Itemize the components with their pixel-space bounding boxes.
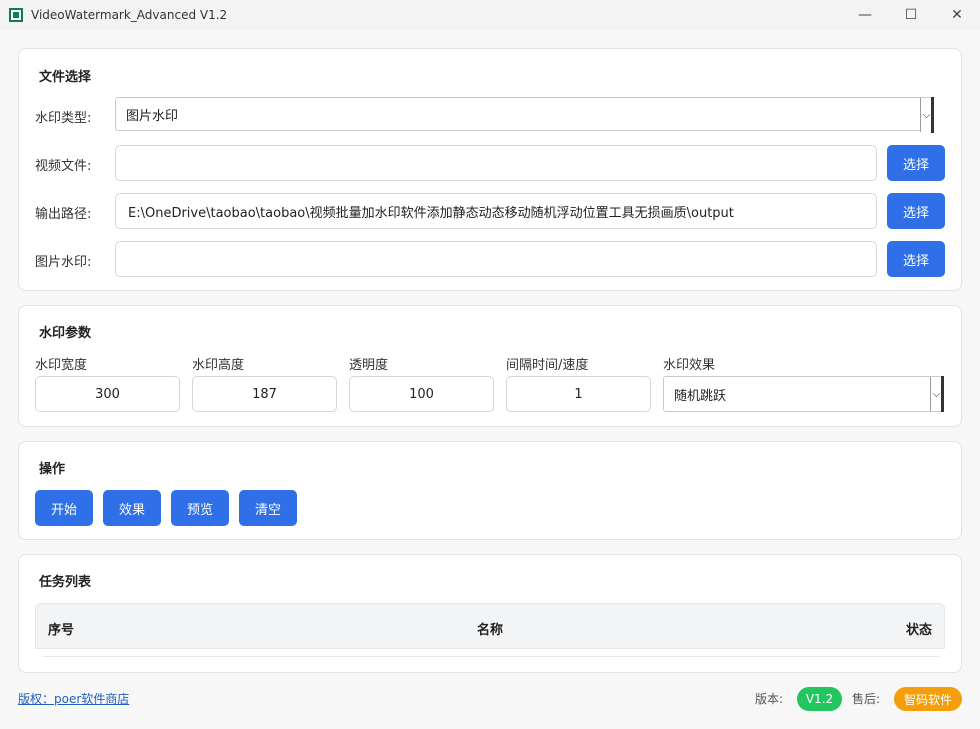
file-selection-card: 文件选择 水印类型: 图片水印 ⌵ 视频文件: 选择 输出路径: E:\OneD… (18, 48, 962, 291)
task-list-title: 任务列表 (39, 575, 92, 590)
width-label: 水印宽度 (35, 358, 88, 373)
file-selection-title: 文件选择 (39, 70, 92, 85)
support-badge[interactable]: 智码软件 (894, 687, 962, 711)
output-path-label: 输出路径: (35, 207, 92, 222)
maximize-button[interactable]: ☐ (888, 0, 934, 30)
table-divider (43, 656, 939, 657)
output-path-input[interactable]: E:\OneDrive\taobao\taobao\视频批量加水印软件添加静态动… (115, 193, 877, 229)
select-edge (941, 376, 944, 412)
choose-output-button[interactable]: 选择 (887, 193, 945, 229)
support-label: 售后: (852, 692, 881, 706)
column-status[interactable]: 状态 (906, 619, 932, 638)
effect-select[interactable]: 随机跳跃 ⌵ (663, 376, 944, 412)
version-badge: V1.2 (797, 687, 842, 711)
opacity-label: 透明度 (349, 358, 389, 373)
start-button[interactable]: 开始 (35, 490, 93, 526)
video-file-input[interactable] (115, 145, 877, 181)
watermark-type-select[interactable]: 图片水印 ⌵ (115, 97, 934, 133)
copyright-link[interactable]: 版权：poer软件商店 (18, 690, 129, 707)
actions-card: 操作 开始 效果 预览 清空 (18, 441, 962, 540)
minimize-button[interactable]: — (842, 0, 888, 30)
width-input[interactable]: 300 (35, 376, 180, 412)
effect-button[interactable]: 效果 (103, 490, 161, 526)
interval-label: 间隔时间/速度 (506, 358, 589, 373)
actions-title: 操作 (39, 462, 66, 477)
watermark-type-value: 图片水印 (126, 108, 179, 124)
window-controls: — ☐ ✕ (842, 0, 980, 30)
effect-value: 随机跳跃 (674, 388, 727, 404)
app-icon (9, 8, 23, 22)
task-list-card: 任务列表 序号 名称 状态 (18, 554, 962, 673)
choose-video-button[interactable]: 选择 (887, 145, 945, 181)
column-name[interactable]: 名称 (477, 619, 503, 638)
select-edge (931, 97, 934, 133)
column-index[interactable]: 序号 (48, 619, 74, 638)
choose-image-button[interactable]: 选择 (887, 241, 945, 277)
clear-button[interactable]: 清空 (239, 490, 297, 526)
window-title: VideoWatermark_Advanced V1.2 (31, 8, 228, 22)
version-label: 版本: (755, 692, 784, 706)
opacity-input[interactable]: 100 (349, 376, 494, 412)
height-input[interactable]: 187 (192, 376, 337, 412)
effect-label: 水印效果 (663, 358, 716, 373)
height-label: 水印高度 (192, 358, 245, 373)
image-watermark-input[interactable] (115, 241, 877, 277)
watermark-params-card: 水印参数 水印宽度 300 水印高度 187 透明度 100 间隔时间/速度 1… (18, 305, 962, 427)
watermark-type-label: 水印类型: (35, 111, 92, 126)
image-watermark-label: 图片水印: (35, 255, 92, 270)
close-button[interactable]: ✕ (934, 0, 980, 30)
preview-button[interactable]: 预览 (171, 490, 229, 526)
watermark-params-title: 水印参数 (39, 326, 92, 341)
interval-input[interactable]: 1 (506, 376, 651, 412)
video-file-label: 视频文件: (35, 159, 92, 174)
task-table-header: 序号 名称 状态 (35, 603, 945, 649)
title-bar: VideoWatermark_Advanced V1.2 — ☐ ✕ (0, 0, 980, 30)
